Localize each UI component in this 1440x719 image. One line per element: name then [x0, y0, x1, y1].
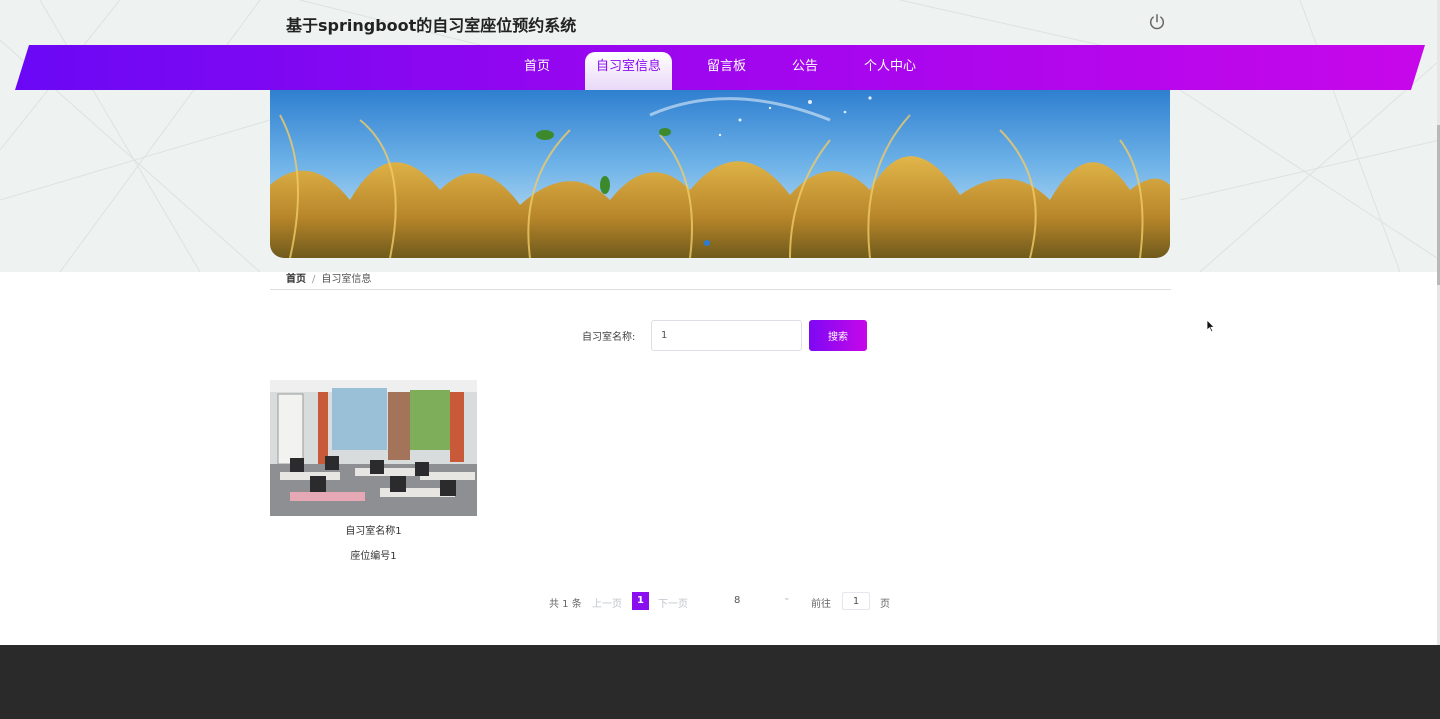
- nav-item-study-rooms[interactable]: 自习室信息: [584, 52, 672, 90]
- search-label: 自习室名称:: [582, 332, 636, 343]
- search-input[interactable]: [651, 320, 802, 351]
- pagination-goto-input[interactable]: [842, 592, 870, 610]
- pagination-page-1[interactable]: 1: [632, 592, 649, 610]
- banner-image: [270, 90, 1170, 258]
- nav-items: 首页 自习室信息 留言板 公告 个人中心: [15, 45, 1425, 90]
- pagination-next-button[interactable]: 下一页: [658, 595, 688, 610]
- nav-item-message-board[interactable]: 留言板: [696, 52, 757, 90]
- top-header: 基于springboot的自习室座位预约系统: [0, 0, 1440, 45]
- main-navbar: 首页 自习室信息 留言板 公告 个人中心: [15, 45, 1425, 90]
- breadcrumb-separator: /: [312, 274, 316, 285]
- pagination-total: 共 1 条: [549, 599, 582, 610]
- page-size-select[interactable]: 8 ⌄: [724, 592, 799, 610]
- breadcrumb: 首页 / 自习室信息: [286, 270, 371, 285]
- pagination-prev-button[interactable]: 上一页: [592, 595, 622, 610]
- site-title: 基于springboot的自习室座位预约系统: [286, 16, 577, 35]
- banner-carousel[interactable]: [270, 90, 1170, 258]
- breadcrumb-current: 自习室信息: [321, 274, 372, 285]
- pagination-goto-label: 前往: [811, 599, 831, 610]
- breadcrumb-home[interactable]: 首页: [286, 274, 306, 285]
- footer: [0, 645, 1440, 719]
- study-room-name: 自习室名称1: [345, 526, 402, 537]
- study-room-image: [270, 380, 477, 516]
- nav-item-personal-center[interactable]: 个人中心: [853, 52, 927, 90]
- power-icon[interactable]: [1148, 13, 1166, 31]
- pagination: 共 1 条 上一页 1 下一页 8 ⌄ 前往 页: [549, 592, 909, 612]
- search-button[interactable]: 搜索: [809, 320, 867, 351]
- mouse-cursor-icon: [1206, 318, 1216, 333]
- nav-item-announcements[interactable]: 公告: [781, 52, 829, 90]
- seat-number: 座位编号1: [350, 551, 397, 562]
- page-size-value: 8: [734, 595, 741, 606]
- chevron-down-icon: ⌄: [783, 593, 791, 603]
- study-room-card[interactable]: 自习室名称1 座位编号1: [270, 380, 477, 562]
- pagination-page-unit: 页: [880, 599, 890, 610]
- nav-item-home[interactable]: 首页: [513, 52, 561, 90]
- breadcrumb-divider: [270, 289, 1171, 290]
